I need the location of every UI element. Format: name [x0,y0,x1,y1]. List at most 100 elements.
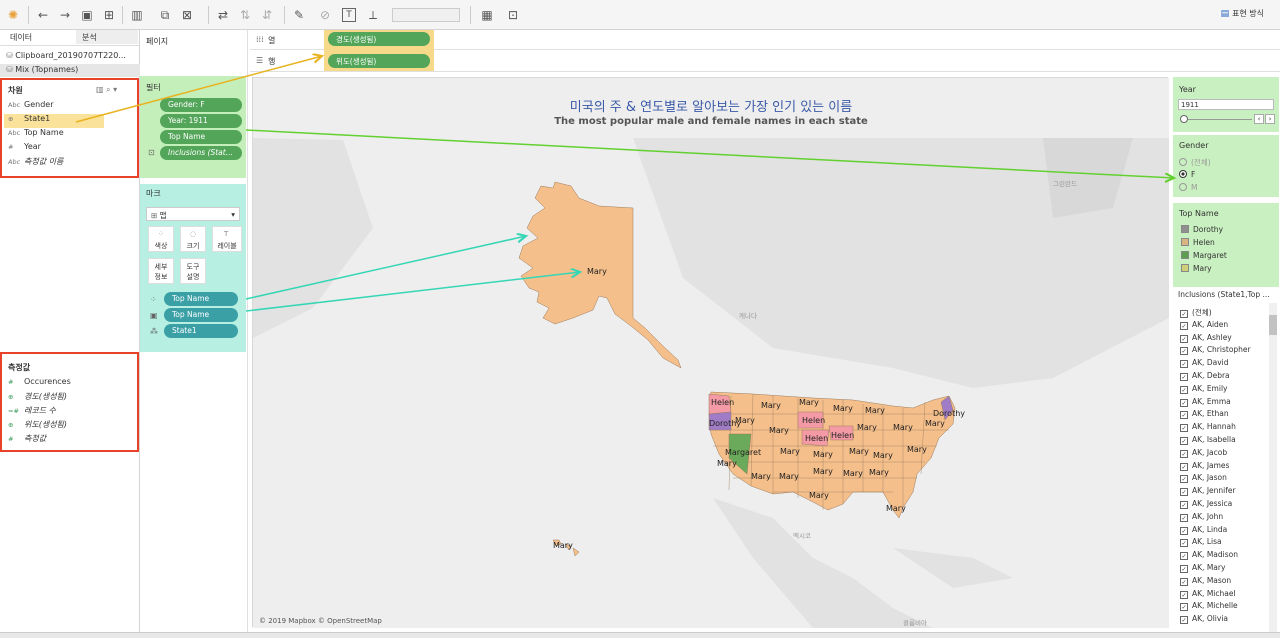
next-year-button[interactable]: › [1265,114,1275,124]
clear-sheet-icon[interactable]: ⊠ [178,6,196,24]
sort-descending-icon[interactable]: ⇵ [258,6,276,24]
filter-pill-gender[interactable]: Gender: F [160,98,242,112]
field-latitude[interactable]: ⊕ 위도(생성됨) [4,419,134,433]
group-icon[interactable]: ⊘ [316,6,334,24]
filter-pill-inclusions[interactable]: Inclusions (Stat... [160,146,242,160]
year-input[interactable]: 1911 [1178,99,1274,110]
checkbox-icon: ✓ [1180,552,1188,561]
inclusion-checkbox-item[interactable]: ✓ AK, Jacob [1180,448,1227,460]
inclusion-checkbox-item[interactable]: ✓ AK, Jessica [1180,499,1232,511]
swap-rows-columns-icon[interactable]: ⇄ [214,6,232,24]
new-worksheet-icon[interactable]: ▥ [128,6,146,24]
marks-pill-detail-state1[interactable]: State1 [164,324,238,338]
field-year[interactable]: # Year [4,142,134,156]
inclusion-checkbox-item[interactable]: ✓ AK, Olivia [1180,614,1228,626]
detail-button[interactable]: 세부 정보 [148,258,174,284]
field-occurences[interactable]: # Occurences [4,377,134,391]
inclusion-checkbox-item[interactable]: ✓ AK, James [1180,461,1229,473]
year-slider-handle[interactable] [1180,115,1188,123]
columns-shelf[interactable]: ⁞⁞⁞ 열 경도(생성됨) [250,30,1280,72]
size-button[interactable]: ◌ 크기 [180,226,206,252]
filter-pill-top-name[interactable]: Top Name [160,130,242,144]
inclusion-checkbox-item[interactable]: ✓ AK, Linda [1180,525,1227,537]
inclusion-checkbox-item[interactable]: ✓ AK, John [1180,512,1223,524]
mark-type-dropdown[interactable]: ⊞ 맵 ▾ [146,207,240,221]
tooltip-button[interactable]: 도구 설명 [180,258,206,284]
label-button[interactable]: T 레이블 [212,226,242,252]
inclusion-checkbox-item[interactable]: ✓ AK, Aiden [1180,320,1228,332]
map-label: Mary [780,447,800,456]
tab-data[interactable]: 데이터 [4,30,38,44]
fix-axes-icon[interactable]: ⟂ [364,6,382,24]
inclusion-checkbox-item[interactable]: ✓ AK, Michael [1180,589,1236,601]
legend-item[interactable]: Margaret [1181,251,1227,263]
field-top-name[interactable]: Abc Top Name [4,128,134,142]
inclusion-checkbox-item[interactable]: ✓ AK, Mason [1180,576,1231,588]
legend-item[interactable]: Dorothy [1181,225,1223,237]
inclusion-checkbox-item[interactable]: ✓ AK, David [1180,358,1228,370]
field-measure-names[interactable]: Abc 측정값 이름 [4,156,134,170]
columns-pill-longitude[interactable]: 경도(생성됨) [328,32,430,46]
redo-icon[interactable]: → [56,6,74,24]
save-icon[interactable]: ▣ [78,6,96,24]
legend-swatch [1181,238,1189,246]
show-cards-icon[interactable]: ▦ [478,6,496,24]
inclusion-checkbox-item[interactable]: ✓ AK, Debra [1180,371,1230,383]
gender-option-m[interactable]: M [1179,183,1197,192]
inclusion-checkbox-item[interactable]: ✓ AK, Ashley [1180,333,1232,345]
inclusions-scrollbar[interactable] [1269,303,1277,633]
presentation-mode-icon[interactable]: ⊡ [504,6,522,24]
field-gender[interactable]: Abc Gender [4,100,134,114]
inclusion-checkbox-item[interactable]: ✓ AK, Hannah [1180,422,1236,434]
highlight-icon[interactable]: ✎ [290,6,308,24]
inclusion-checkbox-item[interactable]: ✓ AK, Isabella [1180,435,1236,447]
show-labels-icon[interactable]: T [342,8,356,22]
legend-item[interactable]: Mary [1181,264,1212,276]
field-measure-values[interactable]: # 측정값 [4,433,134,447]
inclusion-checkbox-item[interactable]: ✓ AK, Mary [1180,563,1225,575]
inclusion-checkbox-item[interactable]: ✓ (전체) [1180,307,1212,319]
tab-analytics[interactable]: 분석 [76,30,138,44]
scrollbar-thumb[interactable] [1269,315,1277,335]
prev-year-button[interactable]: ‹ [1254,114,1264,124]
divider [0,45,140,46]
field-record-count[interactable]: =# 레코드 수 [4,405,134,419]
inclusion-checkbox-item[interactable]: ✓ AK, Emma [1180,397,1231,409]
inclusion-label: AK, Linda [1192,524,1228,534]
inclusion-checkbox-item[interactable]: ✓ AK, Emily [1180,384,1227,396]
fit-dropdown[interactable] [392,8,460,22]
sort-ascending-icon[interactable]: ⇅ [236,6,254,24]
marks-pill-label-top-name[interactable]: Top Name [164,308,238,322]
inclusion-checkbox-item[interactable]: ✓ AK, Jason [1180,473,1227,485]
inclusion-checkbox-item[interactable]: ✓ AK, Jennifer [1180,486,1236,498]
gender-option-f[interactable]: F [1179,170,1195,179]
show-me-button[interactable]: ▤ 표현 방식 [1221,8,1264,19]
datasource-item[interactable]: ⛁ Clipboard_20190707T220... [0,50,140,63]
inclusion-checkbox-item[interactable]: ✓ AK, Lisa [1180,537,1222,549]
inclusion-checkbox-item[interactable]: ✓ AK, Ethan [1180,409,1229,421]
map-attribution[interactable]: © 2019 Mapbox © OpenStreetMap [259,617,382,625]
undo-icon[interactable]: ← [34,6,52,24]
map-canvas[interactable]: Mary Helen Dorothy Margaret Helen Helen … [253,78,1169,628]
chevron-down-icon: ▾ [231,210,235,219]
legend-item[interactable]: Helen [1181,238,1215,250]
marks-pill-color-top-name[interactable]: Top Name [164,292,238,306]
inclusion-checkbox-item[interactable]: ✓ AK, Christopher [1180,345,1251,357]
field-state1[interactable]: ⊕ State1 [4,114,104,128]
rows-shelf[interactable]: ☰ 행 위도(생성됨) [250,52,1280,72]
duplicate-sheet-icon[interactable]: ⧉ [156,6,174,24]
tableau-logo-icon[interactable]: ✺ [4,6,22,24]
dimensions-tools-icon[interactable]: ▥ ⌕ ▾ [96,85,117,95]
rows-label: 행 [268,57,276,66]
inclusion-checkbox-item[interactable]: ✓ AK, Madison [1180,550,1238,562]
year-slider-track[interactable] [1182,119,1252,120]
field-longitude[interactable]: ⊕ 경도(생성됨) [4,391,134,405]
filter-pill-year[interactable]: Year: 1911 [160,114,242,128]
map-view[interactable]: Mary Helen Dorothy Margaret Helen Helen … [252,77,1169,628]
datasource-item[interactable]: ⛁ Mix (Topnames) [0,64,140,77]
gender-option-all[interactable]: (전체) [1179,157,1211,168]
inclusion-checkbox-item[interactable]: ✓ AK, Michelle [1180,601,1238,613]
rows-pill-latitude[interactable]: 위도(생성됨) [328,54,430,68]
new-datasource-icon[interactable]: ⊞ [100,6,118,24]
color-button[interactable]: ⁘ 색상 [148,226,174,252]
